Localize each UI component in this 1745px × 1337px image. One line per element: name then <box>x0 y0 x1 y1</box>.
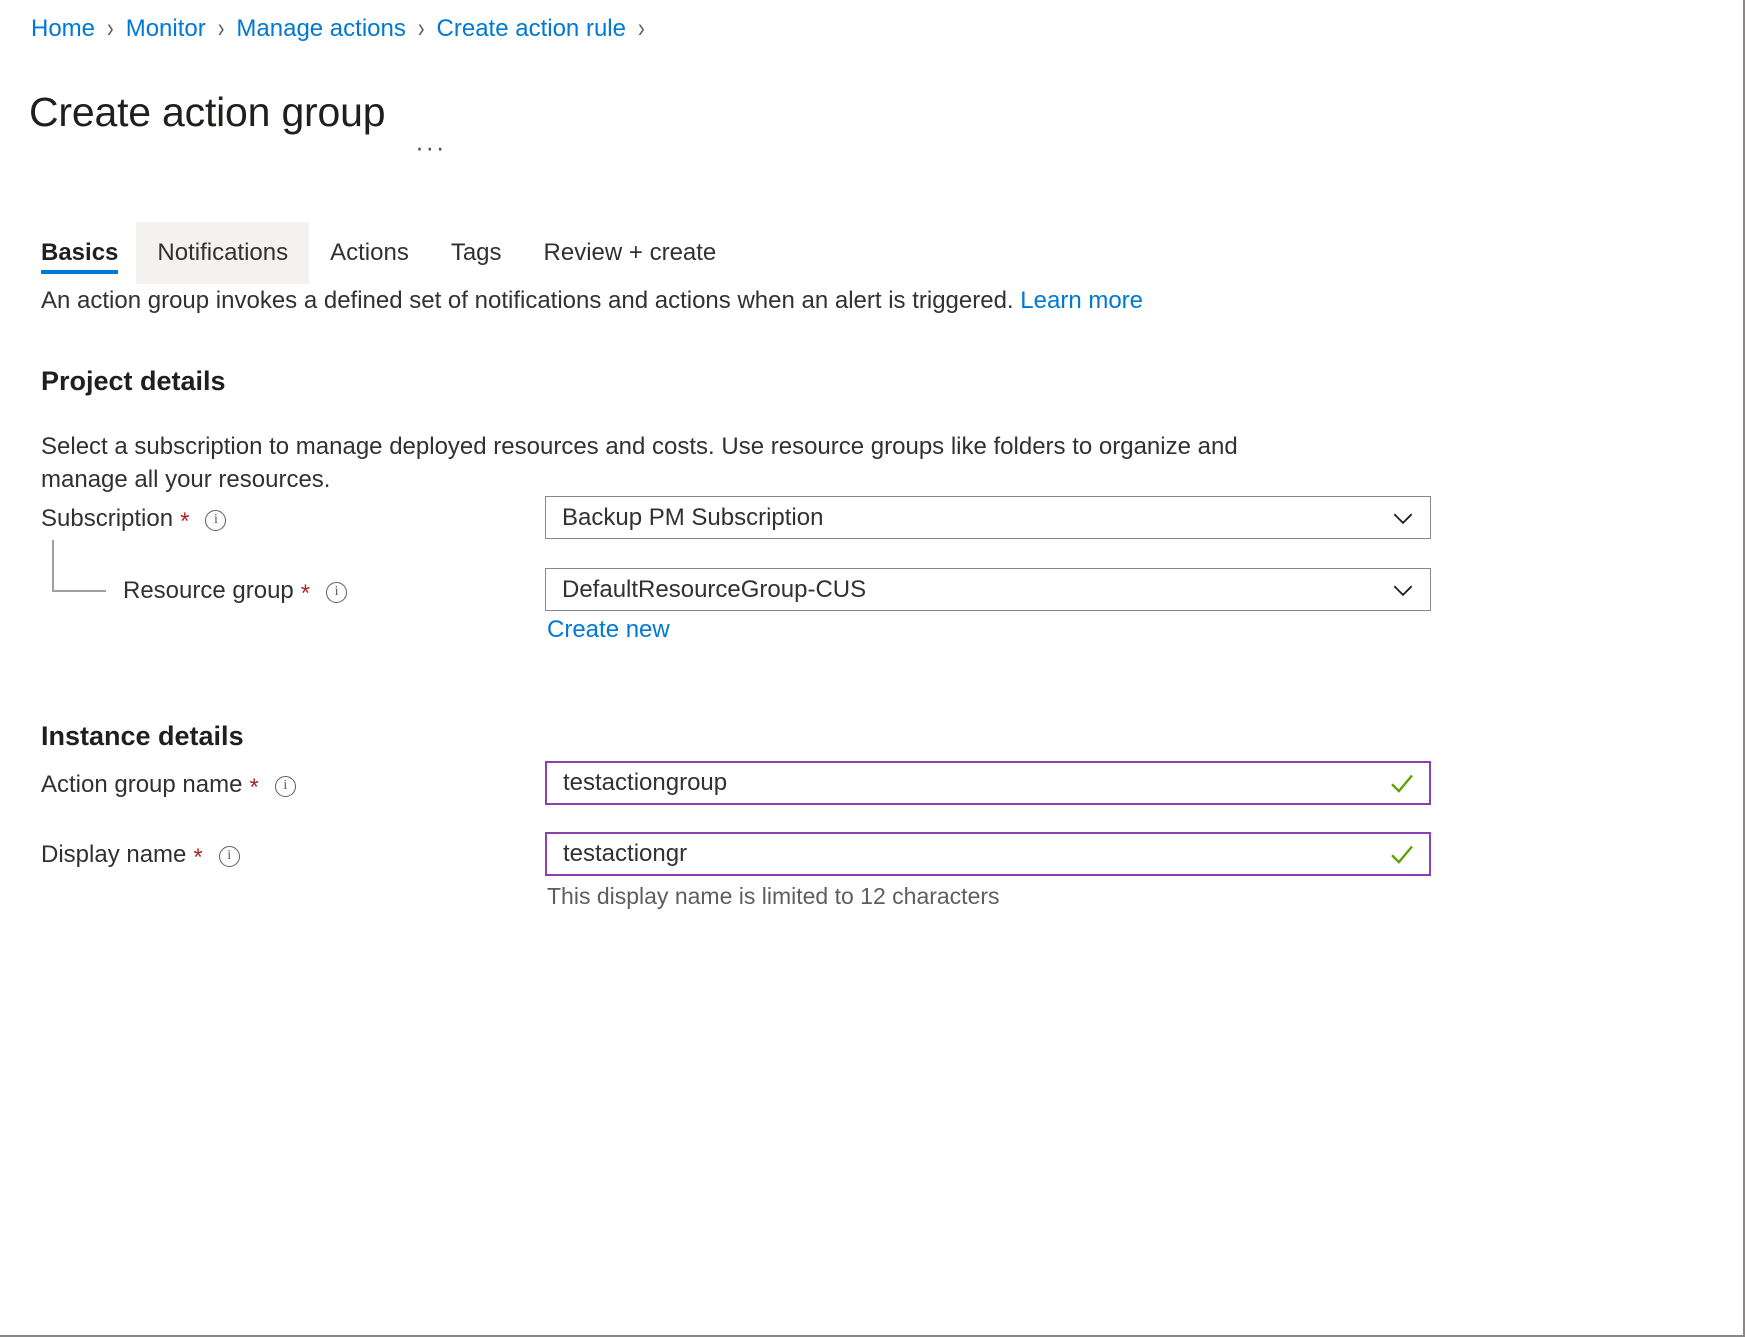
chevron-right-icon: › <box>218 9 225 50</box>
section-heading-instance-details: Instance details <box>41 719 244 753</box>
display-name-value: testactiongr <box>563 840 1387 868</box>
tab-review-create-label: Review + create <box>544 239 717 267</box>
breadcrumb-item-monitor[interactable]: Monitor <box>126 14 206 44</box>
subscription-dropdown-wrapper: Backup PM Subscription <box>545 496 1431 539</box>
tab-notifications[interactable]: Notifications <box>136 222 309 284</box>
subscription-dropdown[interactable]: Backup PM Subscription <box>545 496 1431 539</box>
action-group-name-field-wrapper: testactiongroup <box>545 761 1431 805</box>
breadcrumb-item-home[interactable]: Home <box>31 14 95 44</box>
tab-tags-label: Tags <box>451 239 502 267</box>
field-tree-connector <box>52 540 106 592</box>
info-icon[interactable]: i <box>326 582 347 603</box>
breadcrumb-item-manage-actions[interactable]: Manage actions <box>236 14 405 44</box>
info-icon[interactable]: i <box>205 510 226 531</box>
tab-tags[interactable]: Tags <box>430 222 523 284</box>
resource-group-selected-value: DefaultResourceGroup-CUS <box>562 576 1390 604</box>
action-group-name-label: Action group name * i <box>41 770 296 800</box>
required-asterisk: * <box>249 776 258 800</box>
breadcrumb-item-create-action-rule[interactable]: Create action rule <box>437 14 626 44</box>
chevron-right-icon: › <box>638 9 645 50</box>
learn-more-link[interactable]: Learn more <box>1020 287 1143 314</box>
resource-group-label-text: Resource group <box>123 576 294 606</box>
subscription-selected-value: Backup PM Subscription <box>562 504 1390 532</box>
page-title: Create action group <box>29 85 385 139</box>
resource-group-label: Resource group * i <box>123 576 347 606</box>
display-name-helper-text: This display name is limited to 12 chara… <box>547 881 1000 911</box>
chevron-down-icon <box>1390 505 1416 531</box>
display-name-field-wrapper: testactiongr <box>545 832 1431 876</box>
tab-basics-label: Basics <box>41 239 118 267</box>
action-group-name-label-text: Action group name <box>41 770 242 800</box>
action-group-name-input[interactable]: testactiongroup <box>545 761 1431 805</box>
required-asterisk: * <box>193 846 202 870</box>
validation-check-icon <box>1387 839 1417 869</box>
tab-basics[interactable]: Basics <box>31 222 136 284</box>
required-asterisk: * <box>180 510 189 534</box>
subscription-label-text: Subscription <box>41 504 173 534</box>
more-actions-icon[interactable]: ··· <box>415 139 446 157</box>
display-name-label: Display name * i <box>41 840 240 870</box>
tab-review-create[interactable]: Review + create <box>523 222 738 284</box>
info-icon[interactable]: i <box>275 776 296 797</box>
display-name-label-text: Display name <box>41 840 186 870</box>
tab-actions-label: Actions <box>330 239 409 267</box>
required-asterisk: * <box>301 582 310 606</box>
info-icon-glyph: i <box>283 779 287 793</box>
breadcrumb: Home › Monitor › Manage actions › Create… <box>31 14 657 44</box>
validation-check-icon <box>1387 768 1417 798</box>
info-icon-glyph: i <box>214 513 218 527</box>
info-icon[interactable]: i <box>219 846 240 867</box>
page-header: Create action group ··· <box>29 58 446 167</box>
intro-text: An action group invokes a defined set of… <box>41 287 1014 314</box>
action-group-name-value: testactiongroup <box>563 769 1387 797</box>
chevron-right-icon: › <box>418 9 425 50</box>
section-heading-project-details: Project details <box>41 364 226 398</box>
display-name-input[interactable]: testactiongr <box>545 832 1431 876</box>
chevron-down-icon <box>1390 577 1416 603</box>
chevron-right-icon: › <box>107 9 114 50</box>
resource-group-dropdown-wrapper: DefaultResourceGroup-CUS <box>545 568 1431 611</box>
info-icon-glyph: i <box>227 849 231 863</box>
intro-description: An action group invokes a defined set of… <box>41 285 1143 317</box>
tab-actions[interactable]: Actions <box>309 222 430 284</box>
wizard-tablist: Basics Notifications Actions Tags Review… <box>31 222 737 284</box>
subscription-label: Subscription * i <box>41 504 226 534</box>
create-new-resource-group-link[interactable]: Create new <box>547 615 670 645</box>
info-icon-glyph: i <box>335 585 339 599</box>
create-action-group-page: Home › Monitor › Manage actions › Create… <box>0 0 1745 1337</box>
resource-group-dropdown[interactable]: DefaultResourceGroup-CUS <box>545 568 1431 611</box>
tab-notifications-label: Notifications <box>157 239 288 267</box>
section-description-project-details: Select a subscription to manage deployed… <box>41 430 1291 496</box>
